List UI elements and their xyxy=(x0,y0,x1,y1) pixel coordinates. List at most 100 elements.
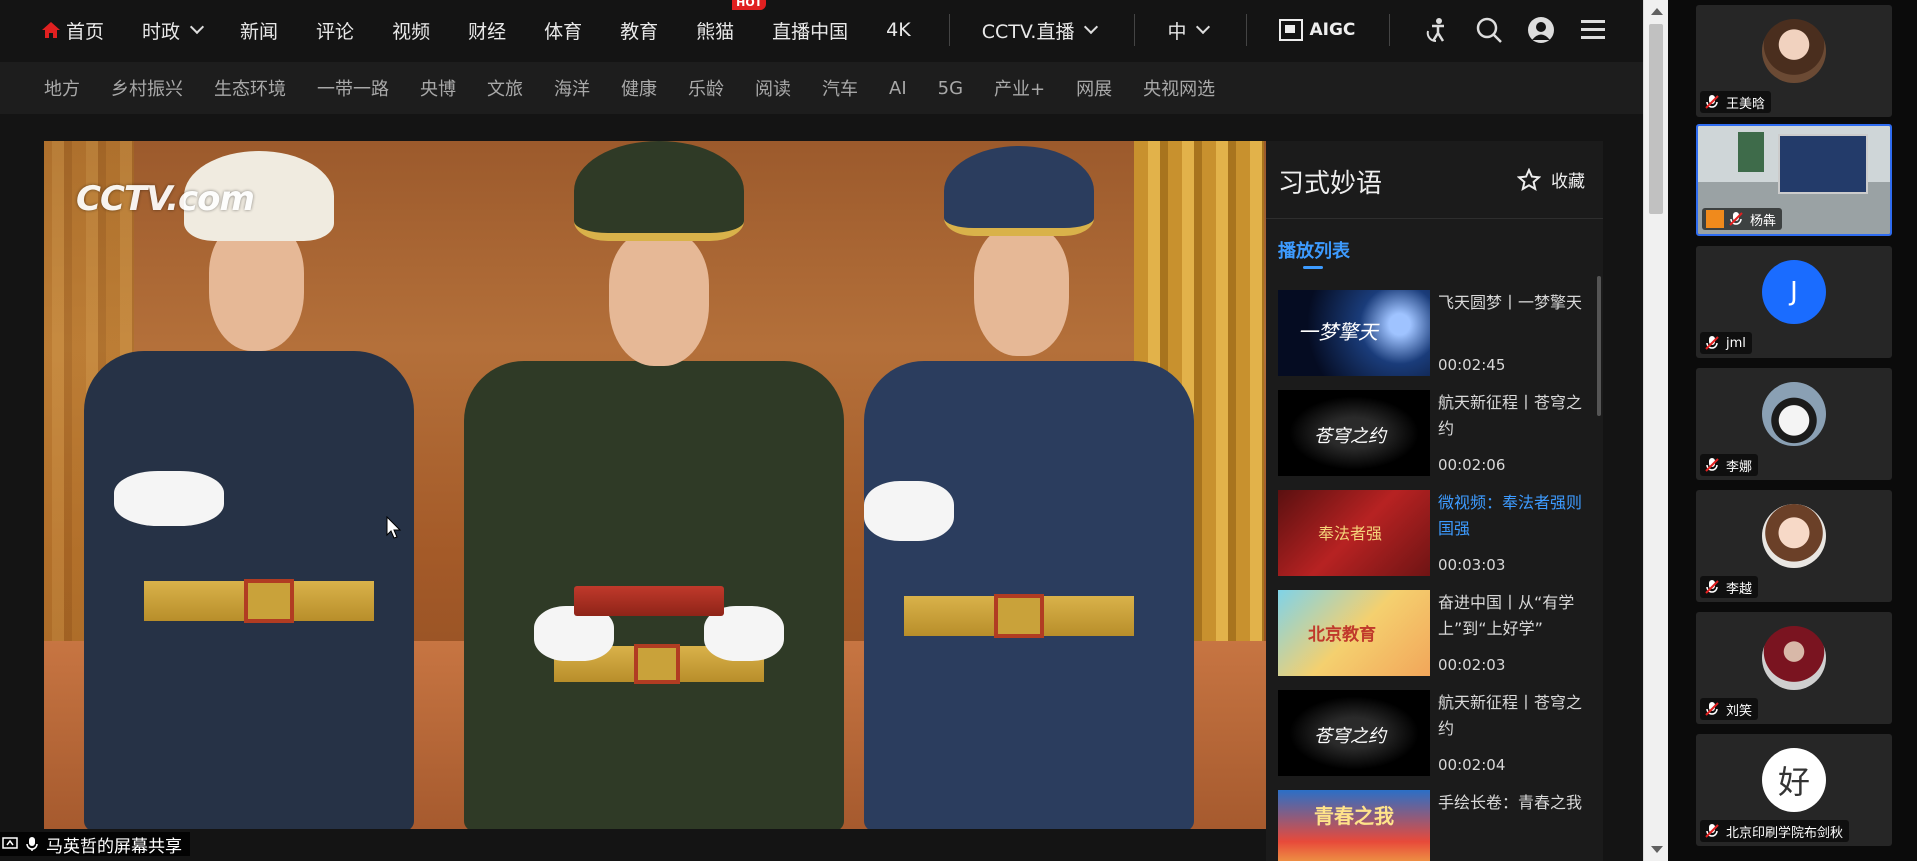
subnav-item[interactable]: 5G xyxy=(938,78,963,99)
nav-divider xyxy=(1246,14,1248,46)
nav-divider xyxy=(1389,14,1391,46)
hot-badge: HOT xyxy=(732,0,767,10)
subnav-item[interactable]: 一带一路 xyxy=(317,75,389,101)
language-select[interactable]: 中 xyxy=(1167,17,1211,44)
playlist-item-duration: 00:02:04 xyxy=(1438,756,1506,774)
panel-title: 习式妙语 xyxy=(1278,169,1383,199)
tab-playlist[interactable]: 播放列表 xyxy=(1278,237,1350,263)
mic-muted-icon xyxy=(1705,824,1719,838)
subnav-item[interactable]: 产业+ xyxy=(994,75,1045,101)
scroll-down-arrow-icon[interactable] xyxy=(1651,846,1663,853)
nav-item-4k[interactable]: 4K xyxy=(886,19,911,41)
nav-item-live-china[interactable]: 直播中国 xyxy=(772,17,848,44)
subnav-item[interactable]: 健康 xyxy=(621,75,657,101)
thumb-caption: 苍穹之约 xyxy=(1314,426,1386,447)
aigc-icon xyxy=(1279,19,1304,41)
screen-share-banner[interactable]: 马英哲的屏幕共享 xyxy=(0,832,190,857)
subnav-item[interactable]: 海洋 xyxy=(554,75,590,101)
chevron-down-icon xyxy=(1196,19,1211,35)
thumb-caption: 一梦擎天 xyxy=(1298,320,1378,344)
playlist-item[interactable]: 奉法者强 微视频：奉法者强则国强 00:03:03 xyxy=(1278,490,1588,580)
video-thumbnail: 一梦擎天 xyxy=(1278,290,1430,376)
user-icon[interactable] xyxy=(1526,15,1556,45)
thumb-caption: 青春之我 xyxy=(1314,804,1394,828)
participant-tile[interactable]: 杨犇 xyxy=(1696,124,1892,236)
aigc-logo[interactable]: AIGC xyxy=(1279,19,1355,41)
playlist-item[interactable]: 北京教育 奋进中国丨从“有学上”到“上好学” 00:02:03 xyxy=(1278,590,1588,680)
mic-muted-icon xyxy=(1705,702,1719,716)
subnav-item[interactable]: 文旅 xyxy=(487,75,523,101)
subnav-item[interactable]: 网展 xyxy=(1076,75,1112,101)
video-thumbnail: 苍穹之约 xyxy=(1278,690,1430,776)
nav-item-label: 评论 xyxy=(316,20,355,43)
nav-home[interactable]: 首页 xyxy=(42,17,104,44)
subnav-item[interactable]: 阅读 xyxy=(755,75,791,101)
scroll-thumb[interactable] xyxy=(1649,24,1663,214)
participant-name: 李娜 xyxy=(1726,459,1753,475)
nav-cctv-live[interactable]: CCTV.直播 xyxy=(982,17,1099,44)
nav-item-comment[interactable]: 评论 xyxy=(316,17,354,44)
microphone-icon xyxy=(26,837,38,851)
participant-tile[interactable]: 刘笑 xyxy=(1696,612,1892,724)
nav-item-label: 视频 xyxy=(392,20,431,43)
playlist-item[interactable]: 苍穹之约 航天新征程丨苍穹之约 00:02:04 xyxy=(1278,690,1588,780)
nav-item-education[interactable]: 教育 xyxy=(620,17,658,44)
mouse-cursor-icon xyxy=(386,516,402,539)
subnav-item[interactable]: 生态环境 xyxy=(214,75,286,101)
avatar-initial: 好 xyxy=(1777,763,1810,801)
thumb-caption: 苍穹之约 xyxy=(1314,726,1386,747)
nav-item-politics[interactable]: 时政 xyxy=(142,17,205,44)
accessibility-icon[interactable] xyxy=(1422,15,1452,45)
nav-item-panda[interactable]: 熊猫 HOT xyxy=(696,0,767,44)
playlist-item[interactable]: 一梦擎天 飞天圆梦丨一梦擎天 00:02:45 xyxy=(1278,290,1588,380)
aigc-label: AIGC xyxy=(1309,20,1356,40)
participant-tile[interactable]: J jml xyxy=(1696,246,1892,358)
thumb-caption: 奉法者强 xyxy=(1318,524,1383,543)
star-icon xyxy=(1517,167,1541,191)
chevron-down-icon xyxy=(1084,19,1099,35)
nav-divider xyxy=(948,14,950,46)
playlist-scrollbar[interactable] xyxy=(1597,276,1601,416)
subnav-item[interactable]: 乡村振兴 xyxy=(111,75,183,101)
video-player[interactable]: CCTV.com xyxy=(44,141,1266,829)
search-icon[interactable] xyxy=(1474,15,1504,45)
nav-item-finance[interactable]: 财经 xyxy=(468,17,506,44)
playlist-item-duration: 00:02:45 xyxy=(1438,356,1506,374)
participant-name-tag: jml xyxy=(1700,332,1752,354)
nav-item-sports[interactable]: 体育 xyxy=(544,17,582,44)
divider xyxy=(1266,218,1603,219)
cctv-watermark: CCTV.com xyxy=(76,179,255,219)
playlist-panel: 习式妙语 收藏 播放列表 一梦擎天 飞天圆梦丨一梦擎天 00:02:45 苍穹之… xyxy=(1266,141,1603,861)
nav-item-label: 直播中国 xyxy=(772,20,849,43)
subnav-item[interactable]: 央视网选 xyxy=(1143,75,1215,101)
page-scrollbar[interactable] xyxy=(1643,0,1668,861)
participant-tile[interactable]: 王美晗 xyxy=(1696,5,1892,117)
subnav-item[interactable]: AI xyxy=(889,78,907,99)
subnav-item[interactable]: 汽车 xyxy=(822,75,858,101)
nav-item-video[interactable]: 视频 xyxy=(392,17,430,44)
nav-item-label: 4K xyxy=(886,19,911,41)
playlist-item-title: 手绘长卷：青春之我 xyxy=(1438,793,1583,812)
scroll-up-arrow-icon[interactable] xyxy=(1651,8,1663,15)
subnav-item[interactable]: 乐龄 xyxy=(688,75,724,101)
playlist-item[interactable]: 青春之我 手绘长卷：青春之我 xyxy=(1278,790,1588,861)
playlist-item[interactable]: 苍穹之约 航天新征程丨苍穹之约 00:02:06 xyxy=(1278,390,1588,480)
tab-underline xyxy=(1303,266,1323,269)
participant-tile[interactable]: 好 北京印刷学院布剑秋 xyxy=(1696,734,1892,846)
favorite-button[interactable]: 收藏 xyxy=(1517,167,1585,192)
thumb-caption: 北京教育 xyxy=(1308,625,1376,645)
home-icon xyxy=(42,22,60,38)
playlist-item-title: 航天新征程丨苍穹之约 xyxy=(1438,393,1583,438)
avatar xyxy=(1762,19,1826,83)
nav-item-news[interactable]: 新闻 xyxy=(240,17,278,44)
subnav-item[interactable]: 地方 xyxy=(44,75,80,101)
favorite-label: 收藏 xyxy=(1551,172,1585,192)
participant-tile[interactable]: 李越 xyxy=(1696,490,1892,602)
subnav-item[interactable]: 央博 xyxy=(420,75,456,101)
video-thumbnail: 青春之我 xyxy=(1278,790,1430,861)
participant-tile[interactable]: 李娜 xyxy=(1696,368,1892,480)
menu-icon[interactable] xyxy=(1578,15,1608,45)
avatar-initial: J xyxy=(1790,277,1798,307)
top-navigation: 首页 时政 新闻 评论 视频 财经 体育 教育 熊猫 HOT 直播中国 4K C… xyxy=(0,0,1643,60)
nav-home-label: 首页 xyxy=(66,20,105,43)
